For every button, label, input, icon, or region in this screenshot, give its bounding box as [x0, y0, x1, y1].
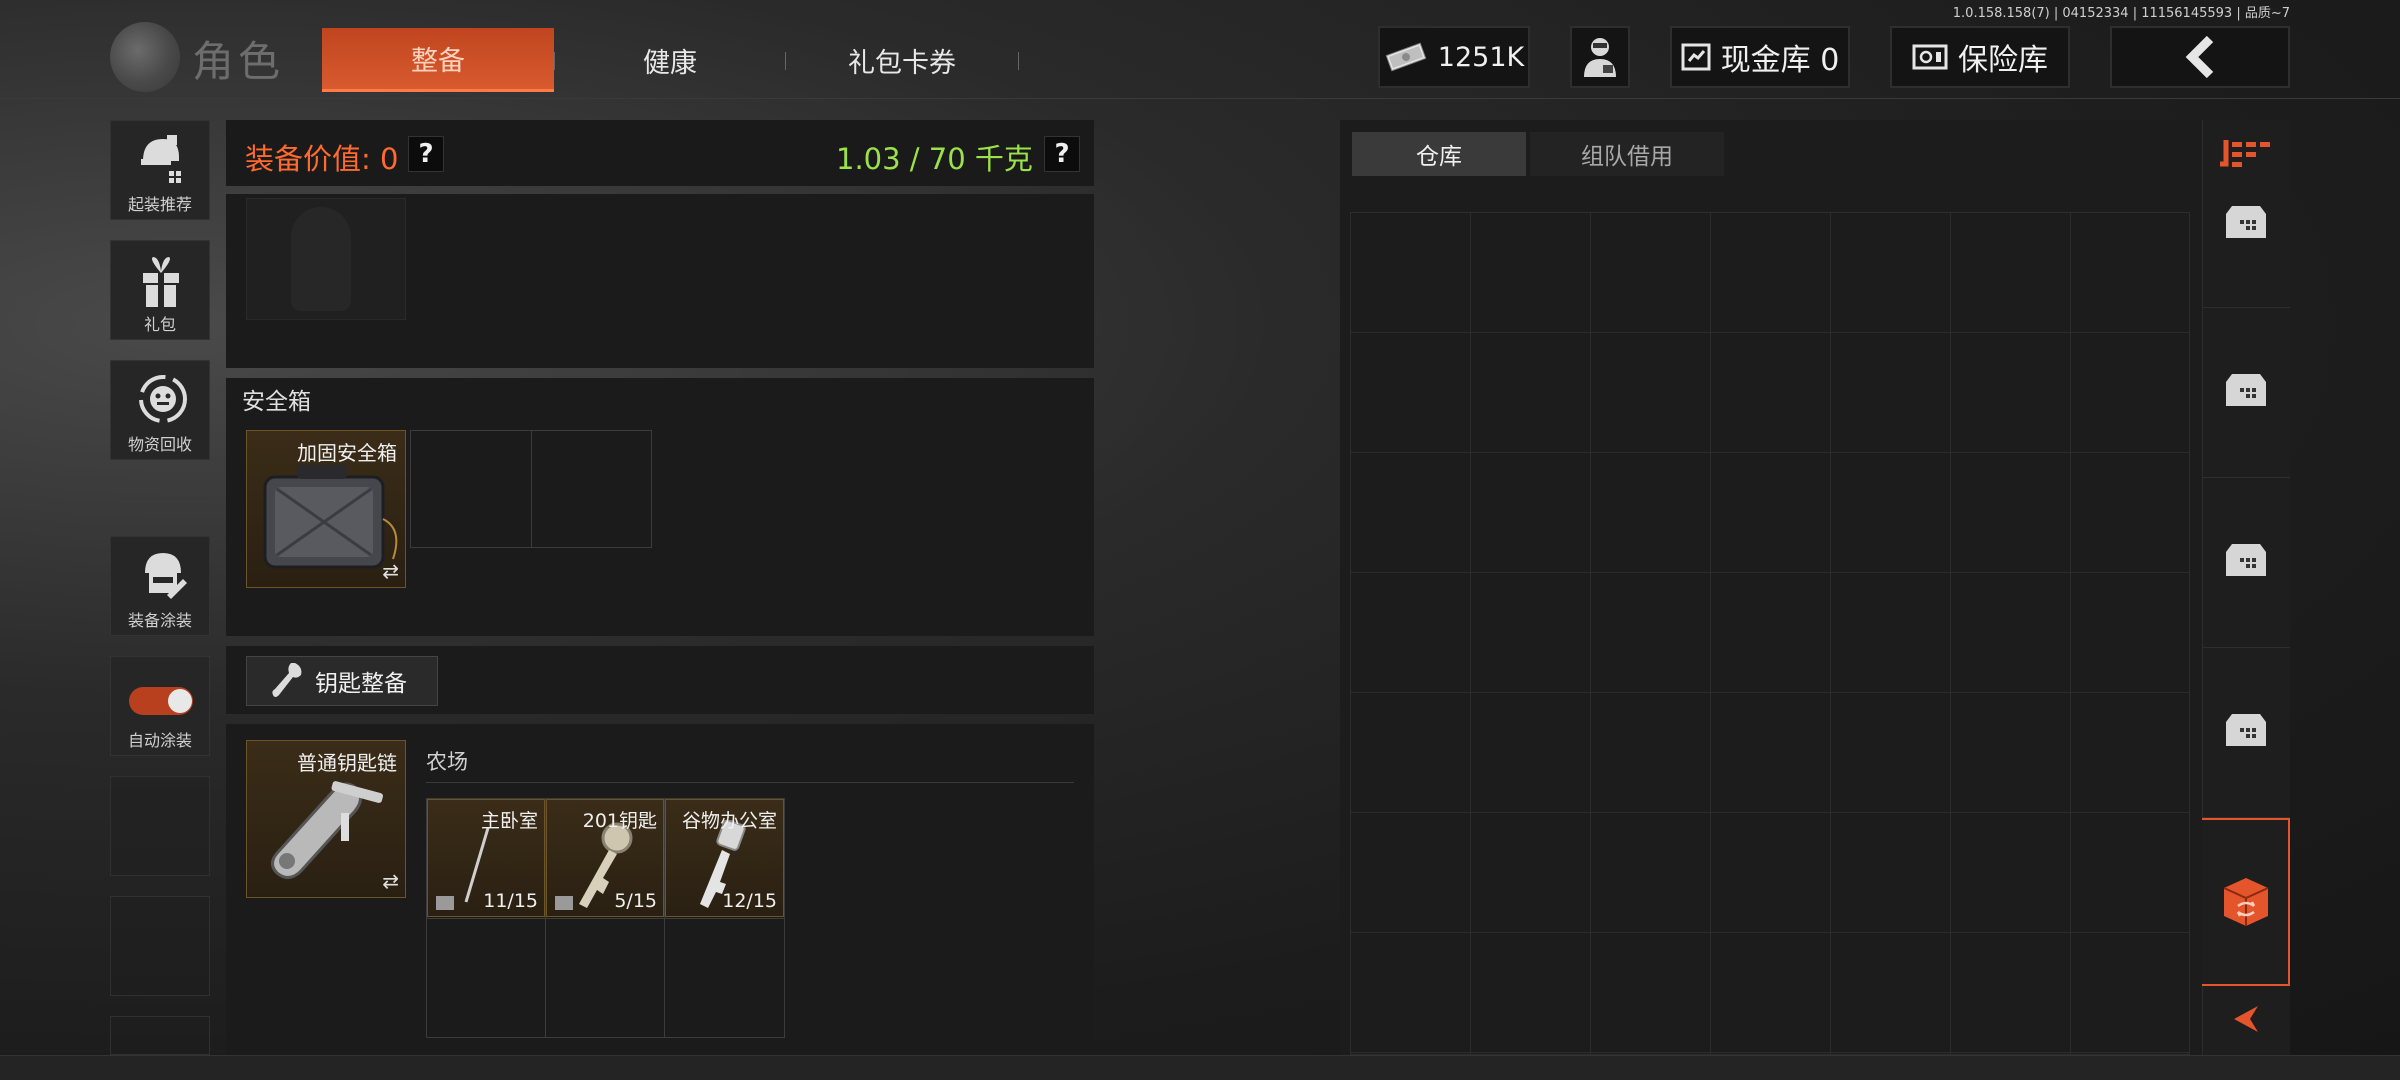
recycle-icon: [139, 375, 187, 423]
storage-tab-2[interactable]: [2202, 308, 2290, 478]
sort-button[interactable]: [2218, 136, 2274, 172]
safebox-item-name: 加固安全箱: [297, 441, 397, 465]
ticket-icon: [436, 896, 454, 910]
toggle-knob: [168, 689, 192, 713]
sidebar-item-equipment-skin[interactable]: 装备涂装: [110, 536, 210, 636]
empty-sidebar-slot: [110, 1016, 210, 1055]
key-loadout-label: 钥匙整备: [315, 671, 407, 697]
key-durability: 11/15: [483, 890, 538, 912]
sidebar-item-auto-skin[interactable]: 自动涂装: [110, 656, 210, 756]
storage-crate-icon: [2226, 374, 2266, 406]
tab-gift-coupons[interactable]: 礼包卡券: [786, 28, 1018, 92]
storage-tab-expand-active[interactable]: [2202, 818, 2290, 986]
keychain-icon: [271, 781, 383, 879]
keychain-item-name: 普通钥匙链: [297, 751, 397, 775]
silhouette-placeholder-icon: [291, 207, 351, 311]
key-region-title: 农场: [426, 750, 468, 774]
equipment-value: 装备价值: 0: [245, 142, 399, 176]
sidebar-item-label: 自动涂装: [127, 731, 192, 750]
tab-equip[interactable]: 整备: [322, 28, 554, 92]
bottom-bar: [0, 1055, 2400, 1080]
swap-icon[interactable]: ⇄: [382, 559, 399, 583]
helmet-recommend-icon: [141, 135, 181, 183]
key-slot[interactable]: 主卧室 11/15: [427, 799, 545, 917]
safebox-item-slot[interactable]: 加固安全箱 ⇄: [246, 430, 406, 588]
sidebar-item-gift[interactable]: 礼包: [110, 240, 210, 340]
region-divider: [426, 782, 1074, 783]
empty-sidebar-slot: [110, 776, 210, 876]
storage-tab-1[interactable]: [2202, 180, 2290, 308]
safebox-section-title: 安全箱: [242, 389, 311, 415]
globe-logo-icon: [110, 22, 180, 92]
keychain-item-slot[interactable]: 普通钥匙链 ⇄: [246, 740, 406, 898]
gift-icon: [143, 257, 179, 307]
key-durability: 12/15: [722, 890, 777, 912]
sort-icon: [2220, 140, 2270, 167]
tab-divider: [1018, 52, 1019, 70]
cash-value: 1251K: [1437, 41, 1525, 73]
tab-health[interactable]: 健康: [556, 28, 784, 92]
key-name: 主卧室: [480, 810, 538, 832]
storage-tab-3[interactable]: [2202, 478, 2290, 648]
warehouse-grid[interactable]: [1350, 212, 2190, 1055]
operator-avatar-icon: [1584, 38, 1616, 77]
header-divider: [0, 98, 2400, 99]
key-slot[interactable]: 谷物办公室 12/15: [665, 799, 784, 917]
key-durability: 5/15: [614, 890, 657, 912]
cash-balance[interactable]: 1251K: [1378, 26, 1530, 88]
orange-crate-icon: [2223, 878, 2269, 926]
storage-tab-4[interactable]: [2202, 648, 2290, 818]
cash-vault-label: 现金库 0: [1720, 43, 1840, 78]
chevron-left-icon: [2185, 35, 2214, 79]
key-grid-row-divider: [426, 918, 785, 919]
weight-help-button[interactable]: ?: [1044, 136, 1080, 172]
safebox-grid-cell[interactable]: [410, 430, 532, 548]
collapse-rail-button[interactable]: [2202, 990, 2290, 1050]
sidebar-item-label: 装备涂装: [127, 611, 192, 630]
auto-skin-toggle[interactable]: [129, 687, 193, 715]
sidebar-divider: [116, 498, 206, 500]
tab-divider: [554, 52, 555, 70]
profile-button[interactable]: [1570, 26, 1630, 88]
safe-vault-button[interactable]: 保险库: [1890, 26, 2070, 88]
ticket-icon: [555, 896, 573, 910]
safebox-grid-cell[interactable]: [531, 430, 652, 548]
cash-vault-icon: [1681, 43, 1711, 71]
sidebar-item-loadout-recommend[interactable]: 起装推荐: [110, 120, 210, 220]
version-info: 1.0.158.158(7) | 04152334 | 11156145593 …: [1952, 6, 2290, 21]
soldier-skin-icon: [145, 553, 187, 599]
safe-icon: [1912, 44, 1948, 70]
key-name: 201钥匙: [582, 810, 657, 832]
empty-sidebar-slot: [110, 896, 210, 996]
triangle-left-icon: [2234, 1006, 2258, 1032]
sidebar-item-label: 物资回收: [127, 435, 192, 454]
sidebar-item-label: 起装推荐: [127, 195, 192, 214]
tab-team-borrow[interactable]: 组队借用: [1530, 132, 1724, 176]
value-help-button[interactable]: ?: [408, 136, 444, 172]
page-title: 角色: [192, 37, 285, 86]
sidebar-item-label: 礼包: [143, 315, 176, 334]
back-button[interactable]: [2110, 26, 2290, 88]
storage-crate-icon: [2226, 206, 2266, 238]
sidebar-item-recycle[interactable]: 物资回收: [110, 360, 210, 460]
storage-crate-icon: [2226, 714, 2266, 746]
banknote-icon: [1385, 42, 1427, 72]
empty-equipment-slot[interactable]: [246, 198, 406, 320]
swap-icon[interactable]: ⇄: [382, 869, 399, 893]
safe-vault-label: 保险库: [1958, 43, 2048, 78]
key-loadout-button[interactable]: 钥匙整备: [246, 656, 438, 706]
wrench-icon: [272, 663, 302, 697]
storage-crate-icon: [2226, 544, 2266, 576]
cash-vault-button[interactable]: 现金库 0: [1670, 26, 1850, 88]
key-slot[interactable]: 201钥匙 5/15: [546, 799, 664, 917]
carry-weight: 1.03 / 70 千克: [836, 142, 1033, 176]
tab-warehouse[interactable]: 仓库: [1352, 132, 1526, 176]
key-name: 谷物办公室: [681, 810, 777, 832]
